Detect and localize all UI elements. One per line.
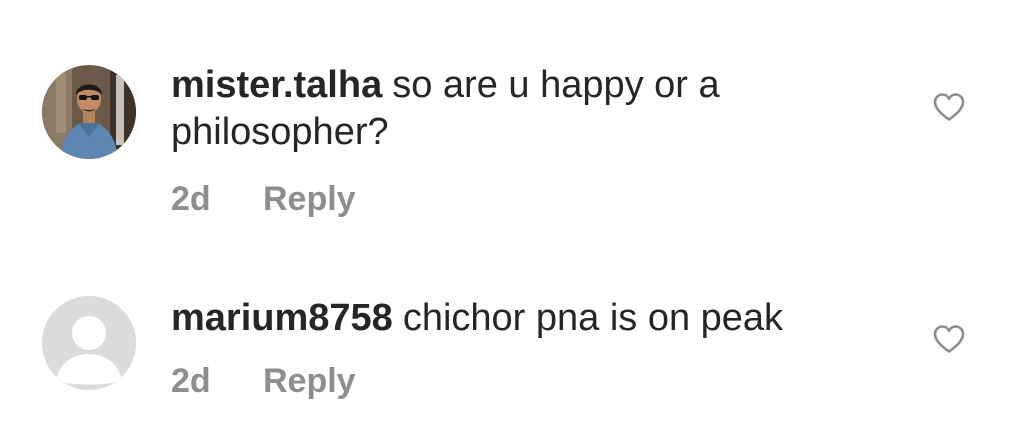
comment-item: marium8758 chichor pna is on peak 2d Repl… xyxy=(0,240,1024,439)
comment-meta: 2d Reply xyxy=(171,362,356,401)
heart-outline-icon[interactable] xyxy=(932,324,966,354)
comment-username[interactable]: mister.talha xyxy=(171,64,382,106)
comment-username[interactable]: marium8758 xyxy=(171,297,393,339)
comment-text: chichor pna is on peak xyxy=(402,297,784,339)
comment-body: marium8758 chichor pna is on peak xyxy=(171,295,891,342)
comment-meta: 2d Reply xyxy=(171,180,356,219)
reply-button[interactable]: Reply xyxy=(263,362,356,401)
comment-timestamp: 2d xyxy=(171,362,211,400)
reply-button[interactable]: Reply xyxy=(263,180,356,219)
avatar-photo-icon xyxy=(42,65,136,159)
comment-item: mister.talha so are u happy or a philosop… xyxy=(0,0,1024,240)
user-avatar[interactable] xyxy=(42,296,136,390)
heart-outline-icon[interactable] xyxy=(932,92,966,122)
comment-body: mister.talha so are u happy or a philosop… xyxy=(171,62,891,156)
default-avatar-icon xyxy=(42,296,136,390)
user-avatar[interactable] xyxy=(42,65,136,159)
comment-timestamp: 2d xyxy=(171,180,211,218)
